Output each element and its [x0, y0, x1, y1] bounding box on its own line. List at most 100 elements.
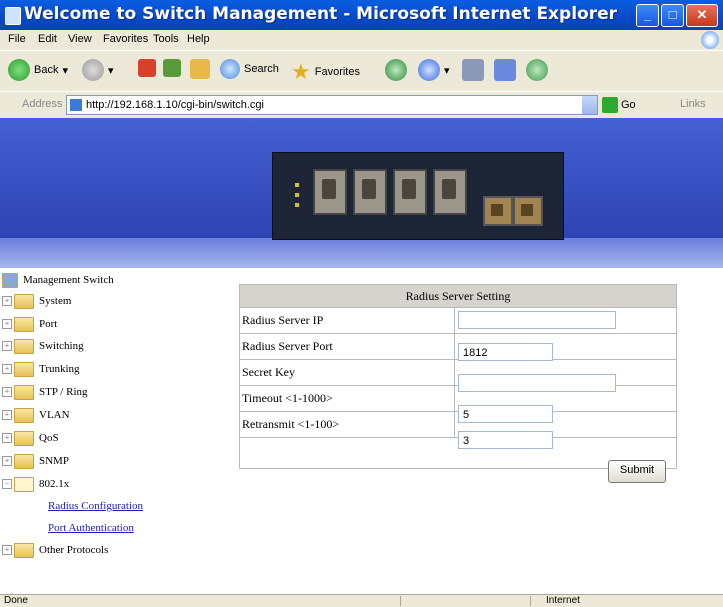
folder-icon [14, 384, 34, 400]
expand-icon[interactable]: + [2, 341, 12, 351]
nav-item-port[interactable]: + Port [0, 315, 57, 333]
expand-icon[interactable]: + [2, 296, 12, 306]
radius-server-ip-input[interactable] [458, 311, 616, 329]
go-button[interactable]: Go [602, 97, 636, 113]
nav-item-qos[interactable]: + QoS [0, 429, 59, 447]
address-url: http://192.168.1.10/cgi-bin/switch.cgi [86, 99, 264, 111]
stop-icon [138, 59, 156, 77]
timeout-input[interactable]: 5 [458, 405, 553, 423]
history-icon [385, 59, 407, 81]
forward-button[interactable]: ▾ [82, 59, 114, 81]
home-button[interactable] [190, 59, 210, 79]
mail-button[interactable]: ▾ [418, 59, 450, 81]
windows-logo-icon [701, 31, 719, 49]
folder-icon [14, 430, 34, 446]
minimize-button[interactable]: _ [636, 4, 659, 27]
port-1-icon [313, 169, 347, 215]
menu-file[interactable]: File [8, 33, 26, 45]
folder-icon [14, 338, 34, 354]
row-label-timeout: Timeout <1-1000> [239, 385, 455, 412]
computer-icon [2, 272, 18, 288]
back-arrow-icon [8, 59, 30, 81]
menu-view[interactable]: View [68, 33, 92, 45]
edit-icon [494, 59, 516, 81]
maximize-button[interactable]: □ [661, 4, 684, 27]
sfp-port-1-icon [483, 196, 513, 226]
nav-root[interactable]: Management Switch [2, 271, 114, 289]
address-input[interactable]: http://192.168.1.10/cgi-bin/switch.cgi [66, 95, 598, 115]
form-heading: Radius Server Setting [239, 284, 677, 308]
search-button[interactable]: Search [220, 59, 279, 79]
close-button[interactable]: ✕ [686, 4, 718, 27]
secret-key-input[interactable] [458, 374, 616, 392]
nav-item-trunking[interactable]: + Trunking [0, 360, 80, 378]
search-label: Search [244, 63, 279, 75]
favorites-label: Favorites [314, 66, 360, 78]
expand-icon[interactable]: + [2, 387, 12, 397]
row-label-retransmit: Retransmit <1-100> [239, 411, 455, 438]
retransmit-input[interactable]: 3 [458, 431, 553, 449]
refresh-button[interactable] [163, 59, 181, 77]
forward-arrow-icon [82, 59, 104, 81]
nav-item-other-protocols[interactable]: + Other Protocols [0, 541, 108, 559]
address-label: Address [22, 98, 63, 110]
window-titlebar: Welcome to Switch Management - Microsoft… [0, 0, 723, 30]
refresh-icon [163, 59, 181, 77]
menu-bar: File Edit View Favorites Tools Help [0, 30, 723, 51]
port-3-icon [393, 169, 427, 215]
status-bar: Done Internet [0, 594, 723, 607]
edit-button[interactable] [494, 59, 516, 81]
expand-icon[interactable]: + [2, 364, 12, 374]
mail-icon [418, 59, 440, 81]
nav-link-port-authentication[interactable]: Port Authentication [48, 519, 134, 537]
collapse-icon[interactable]: − [2, 479, 12, 489]
back-button[interactable]: Back ▾ [8, 59, 68, 81]
submit-button[interactable]: Submit [608, 460, 666, 483]
menu-favorites[interactable]: Favorites [103, 33, 148, 45]
port-2-icon [353, 169, 387, 215]
nav-item-snmp[interactable]: + SNMP [0, 452, 69, 470]
sfp-port-2-icon [513, 196, 543, 226]
nav-item-system[interactable]: + System [0, 292, 71, 310]
port-4-icon [433, 169, 467, 215]
folder-icon [14, 293, 34, 309]
folder-icon [14, 453, 34, 469]
nav-item-vlan[interactable]: + VLAN [0, 406, 70, 424]
favorites-button[interactable]: ★ Favorites [291, 59, 360, 85]
address-dropdown-button[interactable] [582, 96, 597, 114]
window-title: Welcome to Switch Management - Microsoft… [24, 4, 617, 24]
print-button[interactable] [462, 59, 484, 81]
folder-icon [14, 316, 34, 332]
content-frame: Radius Server Setting Radius Server IP R… [230, 268, 723, 594]
expand-icon[interactable]: + [2, 319, 12, 329]
toolbar: Back ▾ ▾ Search ★ Favorites ▾ [0, 51, 723, 89]
switch-front-panel-image [272, 152, 564, 240]
nav-item-switching[interactable]: + Switching [0, 337, 84, 355]
open-folder-icon [14, 476, 34, 492]
folder-icon [14, 542, 34, 558]
history-button[interactable] [385, 59, 407, 81]
internet-zone: Internet [546, 595, 580, 606]
menu-tools[interactable]: Tools [153, 33, 179, 45]
messenger-button[interactable] [526, 59, 548, 81]
menu-edit[interactable]: Edit [38, 33, 57, 45]
radius-server-port-input[interactable]: 1812 [458, 343, 553, 361]
back-label: Back [34, 64, 59, 76]
status-text: Done [4, 595, 28, 606]
nav-link-radius-configuration[interactable]: Radius Configuration [48, 497, 143, 515]
expand-icon[interactable]: + [2, 456, 12, 466]
row-label-radius-port: Radius Server Port [239, 333, 455, 360]
address-bar: Address http://192.168.1.10/cgi-bin/swit… [0, 91, 723, 119]
menu-help[interactable]: Help [187, 33, 210, 45]
expand-icon[interactable]: + [2, 433, 12, 443]
navigation-tree: Management Switch + System + Port + Switchi… [0, 268, 230, 594]
nav-item-8021x[interactable]: −802.1x [0, 475, 69, 493]
expand-icon[interactable]: + [2, 410, 12, 420]
row-label-secret-key: Secret Key [239, 359, 455, 386]
expand-icon[interactable]: + [2, 545, 12, 555]
search-icon [220, 59, 240, 79]
nav-item-stp-ring[interactable]: + STP / Ring [0, 383, 88, 401]
star-icon: ★ [291, 59, 311, 84]
links-button[interactable]: Links [680, 98, 706, 110]
stop-button[interactable] [138, 59, 156, 77]
